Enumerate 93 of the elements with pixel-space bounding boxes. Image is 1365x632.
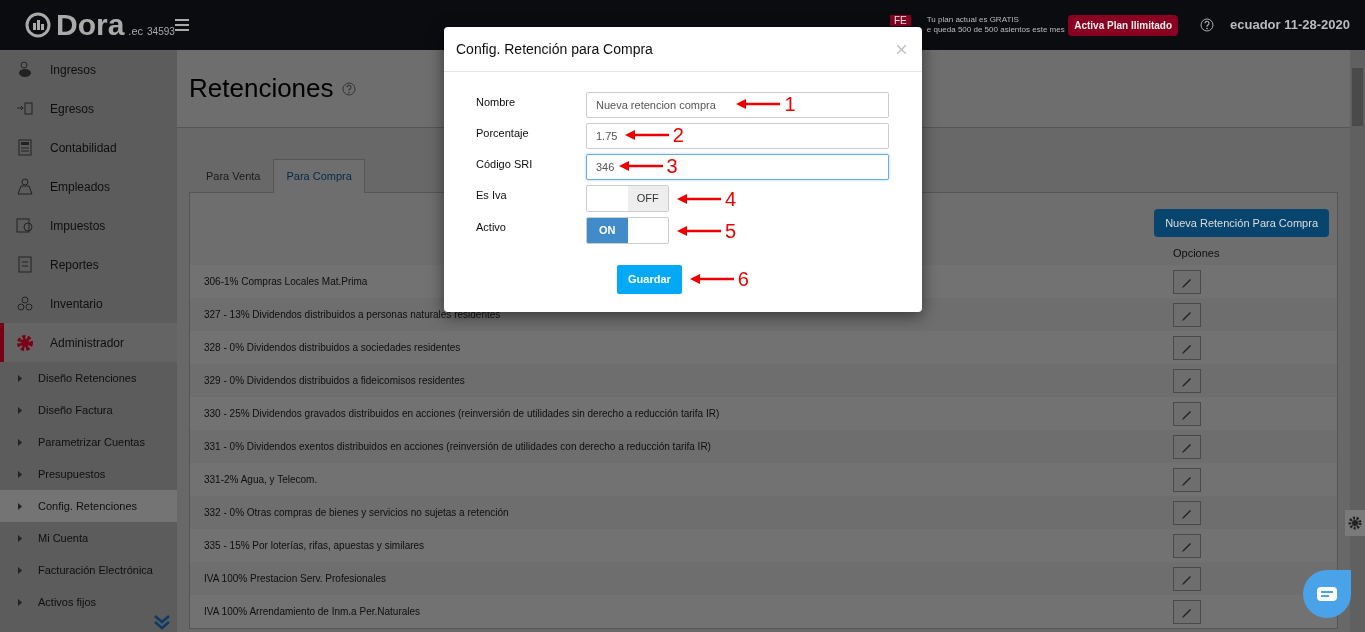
sidebar-item[interactable]: Ingresos bbox=[0, 50, 177, 89]
submenu-item[interactable]: Mi Cuenta bbox=[0, 522, 177, 554]
sidebar-item[interactable]: Administrador bbox=[0, 323, 177, 362]
scroll-down-icon[interactable] bbox=[153, 614, 171, 630]
edit-button[interactable] bbox=[1173, 500, 1201, 525]
caret-icon bbox=[18, 470, 22, 478]
annotation-number: 6 bbox=[737, 269, 749, 290]
edit-button[interactable] bbox=[1173, 434, 1201, 459]
table-cell-text: 335 - 15% Por loterías, rifas, apuestas y similares bbox=[204, 539, 425, 553]
annotation-number: 3 bbox=[666, 156, 678, 176]
logo-suffix: .ec bbox=[128, 24, 144, 39]
submenu-item[interactable]: Parametrizar Cuentas bbox=[0, 426, 177, 458]
gear-icon[interactable] bbox=[1348, 516, 1362, 530]
caret-icon bbox=[18, 374, 22, 382]
toggle-switch[interactable]: OFF bbox=[586, 185, 669, 212]
chat-icon bbox=[1317, 587, 1337, 601]
modal-title: Config. Retención para Compra bbox=[456, 39, 653, 59]
edit-button[interactable] bbox=[1173, 335, 1201, 360]
table-cell-text: 332 - 0% Otras compras de bienes y servicios no sujetas a retención bbox=[204, 506, 509, 520]
annotation-number: 5 bbox=[725, 220, 737, 241]
field-label: Código SRI bbox=[476, 157, 534, 172]
edit-button[interactable] bbox=[1173, 302, 1201, 327]
annotation-number: 2 bbox=[672, 125, 684, 145]
table-cell-text: 329 - 0% Dividendos distribuidos a fideicomisos residentes bbox=[204, 374, 465, 388]
annotation-arrow bbox=[677, 193, 721, 204]
caret-icon bbox=[18, 438, 22, 446]
user-date: ecuador 11-28-2020 bbox=[1230, 16, 1350, 35]
sidebar-item[interactable]: Contabilidad bbox=[0, 128, 177, 167]
annotation-number: 4 bbox=[725, 188, 737, 209]
table-cell-text: 330 - 25% Dividendos gravados distribuidos en acciones (reinversión de utilidades sin derecho a reducción tarifa IR) bbox=[204, 407, 720, 421]
edit-button[interactable] bbox=[1173, 401, 1201, 426]
plan-info-text: Tu plan actual es GRATIS bbox=[926, 15, 1020, 25]
annotation-arrow bbox=[618, 161, 663, 171]
submenu-item[interactable]: Facturación Electrónica bbox=[0, 554, 177, 586]
field-label: Activo bbox=[476, 220, 507, 235]
edit-button[interactable] bbox=[1173, 566, 1201, 591]
tab[interactable]: Para Compra bbox=[273, 159, 365, 193]
table-cell-text: 306-1% Compras Locales Mat.Prima bbox=[204, 275, 368, 289]
field-label: Porcentaje bbox=[476, 126, 530, 141]
edit-button[interactable] bbox=[1173, 467, 1201, 492]
sidebar-item[interactable]: Reportes bbox=[0, 245, 177, 284]
edit-button[interactable] bbox=[1173, 599, 1201, 624]
scrollbar[interactable] bbox=[1350, 50, 1365, 632]
table-cell-text: IVA 100% Prestacion Serv. Profesionales bbox=[204, 572, 386, 586]
caret-icon bbox=[18, 566, 22, 574]
table-cell-text: 331-2% Agua, y Telecom. bbox=[204, 473, 318, 487]
submenu-item[interactable]: Config. Retenciones bbox=[0, 490, 177, 522]
caret-icon bbox=[18, 502, 22, 510]
table-cell-text: IVA 100% Arrendamiento de Inm.a Per.Naturales bbox=[204, 605, 421, 619]
upgrade-plan-button[interactable]: Activa Plan Ilimitado bbox=[1068, 14, 1179, 36]
submenu-item[interactable]: Diseño Factura bbox=[0, 394, 177, 426]
caret-icon bbox=[18, 406, 22, 414]
field-label: Nombre bbox=[476, 95, 517, 110]
submenu-item[interactable]: Presupuestos bbox=[0, 458, 177, 490]
edit-button[interactable] bbox=[1173, 368, 1201, 393]
save-button[interactable]: Guardar bbox=[617, 265, 682, 294]
calculator-icon bbox=[16, 138, 34, 157]
edit-button[interactable] bbox=[1173, 533, 1201, 558]
annotation-arrow bbox=[736, 99, 781, 109]
close-icon[interactable] bbox=[897, 44, 906, 54]
report-icon bbox=[16, 255, 34, 274]
tab[interactable]: Para Venta bbox=[193, 159, 274, 193]
transfer-icon bbox=[16, 99, 34, 118]
table-cell-text: 328 - 0% Dividendos distribuidos a sociedades residentes bbox=[204, 341, 461, 355]
column-header: Opciones bbox=[1173, 246, 1221, 261]
annotation-number: 1 bbox=[784, 94, 796, 114]
gear-icon bbox=[16, 333, 34, 352]
logo-icon bbox=[24, 12, 52, 38]
field-label: Es Iva bbox=[476, 188, 508, 203]
caret-icon bbox=[18, 534, 22, 542]
tax-document-icon bbox=[16, 216, 34, 235]
plan-info-text: e queda 500 de 500 asientos este mes bbox=[926, 25, 1065, 35]
sidebar-item[interactable]: Egresos bbox=[0, 89, 177, 128]
submenu-item[interactable]: Activos fijos bbox=[0, 586, 177, 618]
plan-badge: FE bbox=[890, 14, 911, 26]
edit-button[interactable] bbox=[1173, 269, 1201, 294]
submenu-item[interactable]: Diseño Retenciones bbox=[0, 362, 177, 394]
annotation-arrow bbox=[677, 225, 721, 236]
sidebar-item[interactable]: Impuestos bbox=[0, 206, 177, 245]
page-title: Retenciones bbox=[189, 72, 334, 105]
toggle-switch[interactable]: ON bbox=[586, 217, 669, 244]
new-retention-button[interactable]: Nueva Retención Para Compra bbox=[1154, 208, 1329, 237]
help-icon[interactable] bbox=[1200, 18, 1215, 32]
annotation-arrow bbox=[689, 274, 734, 285]
table-cell-text: 331 - 0% Dividendos exentos distribuidos en acciones (reinversión de utilidades con derecho a reducción tarifa IR) bbox=[204, 440, 711, 454]
account-number: 34593 bbox=[147, 25, 175, 39]
menu-icon[interactable] bbox=[174, 19, 189, 31]
sidebar-item[interactable]: Inventario bbox=[0, 284, 177, 323]
caret-icon bbox=[18, 598, 22, 606]
logo-text: Dora bbox=[56, 10, 125, 40]
table-cell-text: 327 - 13% Dividendos distribuidos a personas naturales residentes bbox=[204, 308, 501, 322]
sidebar-item[interactable]: Empleados bbox=[0, 167, 177, 206]
annotation-arrow bbox=[624, 130, 669, 140]
